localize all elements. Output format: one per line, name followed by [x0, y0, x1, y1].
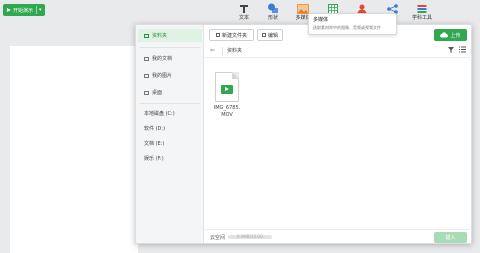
multimedia-tooltip: 多媒体 选取素材库中的图像、音频或视频文件: [308, 13, 397, 35]
checkbox-icon: [261, 33, 266, 37]
new-folder-button[interactable]: 新建文件夹: [209, 29, 254, 41]
start-presentation-button[interactable]: 开始演示 ▾: [3, 4, 45, 16]
picture-icon: [144, 73, 149, 78]
insert-button[interactable]: 插入: [434, 232, 467, 243]
library-sidebar: 资料夹 我的文档 我的图片 桌面 本地磁盘 (C:) 软件 (D:) 文档 (E…: [136, 25, 204, 243]
back-arrow-icon[interactable]: ⇐: [210, 47, 215, 54]
sidebar-item-label: 桌面: [152, 90, 163, 96]
subject-tools-icon: [407, 3, 437, 14]
chevron-down-icon[interactable]: ▾: [39, 7, 42, 13]
new-folder-icon: [215, 33, 220, 37]
edit-button[interactable]: 编辑: [257, 29, 283, 41]
file-item[interactable]: IMG_6785.MOV: [212, 72, 242, 124]
tooltip-title: 多媒体: [313, 17, 329, 23]
sidebar-item-my-pictures[interactable]: 我的图片: [138, 69, 202, 82]
text-icon: [229, 3, 259, 14]
upload-button[interactable]: 上传: [434, 29, 467, 41]
tool-text[interactable]: 文本: [229, 3, 259, 23]
tool-subject-tools[interactable]: 学科工具: [407, 3, 437, 23]
tool-subject-tools-label: 学科工具: [411, 15, 432, 21]
page-fold: [232, 72, 239, 79]
sidebar-item-label: 资料夹: [152, 33, 168, 39]
dialog-footer: 云空间 0.0MB/10.0G 插入: [204, 229, 472, 243]
sidebar-item-library[interactable]: 资料夹: [138, 29, 202, 42]
media-library-dialog: 资料夹 我的文档 我的图片 桌面 本地磁盘 (C:) 软件 (D:) 文档 (E…: [135, 24, 472, 244]
button-divider: [36, 6, 38, 14]
slide-canvas[interactable]: [10, 46, 138, 253]
breadcrumb: ⇐ 资料夹: [204, 44, 472, 58]
sidebar-item-label: 我的图片: [152, 73, 173, 79]
play-icon: [221, 85, 233, 94]
sidebar-drive-f[interactable]: 娱乐 (F:): [144, 155, 164, 162]
start-presentation-label: 开始演示: [13, 7, 34, 14]
sidebar-drive-c[interactable]: 本地磁盘 (C:): [144, 110, 175, 117]
sidebar-item-label: 我的文档: [152, 56, 173, 62]
breadcrumb-current[interactable]: 资料夹: [227, 47, 242, 54]
folder-icon: [144, 33, 149, 38]
breadcrumb-divider: [222, 47, 223, 55]
new-folder-label: 新建文件夹: [221, 32, 247, 39]
play-icon: [7, 8, 11, 12]
edit-label: 编辑: [267, 32, 278, 39]
tool-shape[interactable]: 形状: [258, 3, 288, 23]
desktop-icon: [144, 90, 149, 95]
sidebar-drive-d[interactable]: 软件 (D:): [144, 125, 165, 132]
video-file-icon: [215, 72, 239, 102]
sidebar-divider: [140, 47, 200, 48]
tool-shape-label: 形状: [267, 15, 278, 21]
insert-label: 插入: [445, 235, 456, 241]
shape-icon: [258, 3, 288, 14]
sidebar-divider: [140, 103, 200, 104]
filter-icon[interactable]: [448, 47, 454, 55]
storage-usage-text: 0.0MB/10.0G: [237, 234, 263, 239]
document-icon: [144, 56, 149, 61]
cloud-upload-icon: [440, 32, 449, 38]
list-view-icon[interactable]: [459, 46, 466, 55]
sidebar-item-my-documents[interactable]: 我的文档: [138, 52, 202, 65]
file-name: IMG_6785.MOV: [213, 105, 241, 118]
tool-text-label: 文本: [238, 15, 249, 21]
sidebar-drive-e[interactable]: 文档 (E:): [144, 140, 164, 147]
upload-label: 上传: [450, 32, 461, 39]
storage-label: 云空间: [210, 235, 226, 241]
tooltip-description: 选取素材库中的图像、音频或视频文件: [313, 25, 381, 30]
sidebar-item-desktop[interactable]: 桌面: [138, 86, 202, 99]
